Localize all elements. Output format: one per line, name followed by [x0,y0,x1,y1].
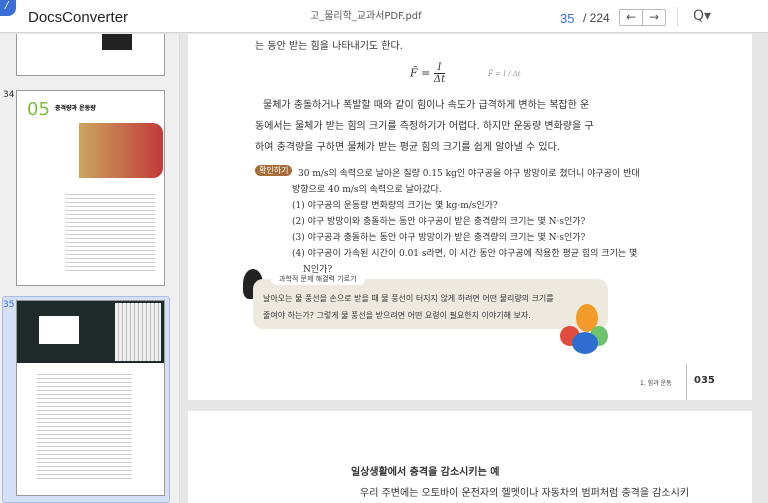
body-text: 하여 충격량을 구하면 물체가 받는 평균 힘의 크기를 쉽게 알아낼 수 있다… [255,142,560,153]
formula-numerator: I [433,62,446,74]
balloons-image [560,304,610,359]
discussion-box: 과학적 문제 해결력 기르기 날아오는 물 풍선을 손으로 받을 때 물 풍선이… [253,273,608,329]
formula-inline: F̄ = I / Δt [488,70,521,78]
thumbnail-number: 35 [3,300,15,310]
thumb-chapter-num: 05 [27,99,50,120]
search-icon[interactable]: Q▾ [693,8,711,24]
train-image [79,123,163,178]
body-text: 동에서는 물체가 받는 힘의 크기를 측정하기가 어렵다. 하지만 운동량 변화… [255,121,594,132]
bubble-text: 줄여야 하는가? 그렇게 물 풍선을 받으려면 어떤 요령이 필요한지 이야기해… [263,311,531,320]
body-text: 는 동안 받는 힘을 나타내기도 한다. [255,41,403,52]
footer-chapter: 1. 힘과 운동 [640,380,672,387]
bubble-text: 날아오는 물 풍선을 손으로 받을 때 물 풍선이 터지지 않게 하려면 어떤 … [263,294,554,303]
app-title: DocsConverter [28,9,129,26]
thumbnail-page-34[interactable]: 05 충격량과 운동량 [16,90,165,286]
baseball-image [17,301,164,363]
thumb-text [65,191,155,271]
total-pages: / 224 [583,11,610,25]
app-logo-icon: / [0,0,16,16]
check-tag: 확인하기 [255,165,293,176]
thumb-text [37,371,132,481]
pdf-page-35: 는 동안 받는 힘을 나타내기도 한다. F̄ = I Δt F̄ = I / Δ… [188,34,752,400]
section-heading: 일상생활에서 충격을 감소시키는 예 [351,467,500,478]
body-text: 우리 주변에는 오토바이 운전자의 헬멧이나 자동차의 범퍼처럼 충격을 감소시… [360,488,690,499]
question-text: (1) 야구공의 운동량 변화량의 크기는 몇 kg·m/s인가? [292,201,498,211]
pdf-page-36: 일상생활에서 충격을 감소시키는 예 우리 주변에는 오토바이 운전자의 헬멧이… [188,411,752,503]
scrollbar[interactable] [758,34,768,503]
question-text: 30 m/s의 속력으로 날아온 질량 0.15 kg인 야구공을 야구 방망이… [298,169,640,179]
file-name: 고_물리학_교과서PDF.pdf [310,11,422,22]
formula-lhs: F̄ = [410,66,431,80]
body-text: 물체가 충돌하거나 폭발할 때와 같이 힘이나 속도가 급격하게 변하는 복잡한… [263,100,590,111]
current-page-input[interactable]: 35 [560,11,574,26]
thumbnail-number: 34 [3,90,15,100]
question-text: (4) 야구공이 가속된 시간이 0.01 s라면, 이 시간 동안 야구공에 … [292,249,638,259]
question-text: (2) 야구 방망이와 충돌하는 동안 야구공이 받은 충격량의 크기는 몇 N… [292,217,586,227]
thumbnail-sidebar[interactable]: 34 05 충격량과 운동량 35 [0,34,180,503]
thumb-title: 충격량과 운동량 [55,105,96,112]
prev-page-button[interactable]: ← [620,10,643,25]
app-header: / DocsConverter 고_물리학_교과서PDF.pdf 35 / 22… [0,0,768,33]
page-nav: ← → [619,9,666,26]
thumbnail-page-35[interactable] [16,300,165,496]
bubble-title: 과학적 문제 해결력 기르기 [271,273,365,285]
thumb-image [102,34,132,50]
formula: F̄ = I Δt [410,62,446,85]
footer-divider [686,364,687,400]
page-number: 035 [694,375,715,386]
thumbnail-page-33[interactable] [16,34,165,76]
document-view[interactable]: 는 동안 받는 힘을 나타내기도 한다. F̄ = I Δt F̄ = I / Δ… [180,34,768,503]
next-page-button[interactable]: → [643,10,665,25]
formula-denominator: Δt [433,74,446,85]
question-text: (3) 야구공과 충돌하는 동안 야구 방망이가 받은 충격량의 크기는 몇 N… [292,233,586,243]
question-text: 방향으로 40 m/s의 속력으로 날아갔다. [292,185,442,195]
divider [677,7,678,27]
